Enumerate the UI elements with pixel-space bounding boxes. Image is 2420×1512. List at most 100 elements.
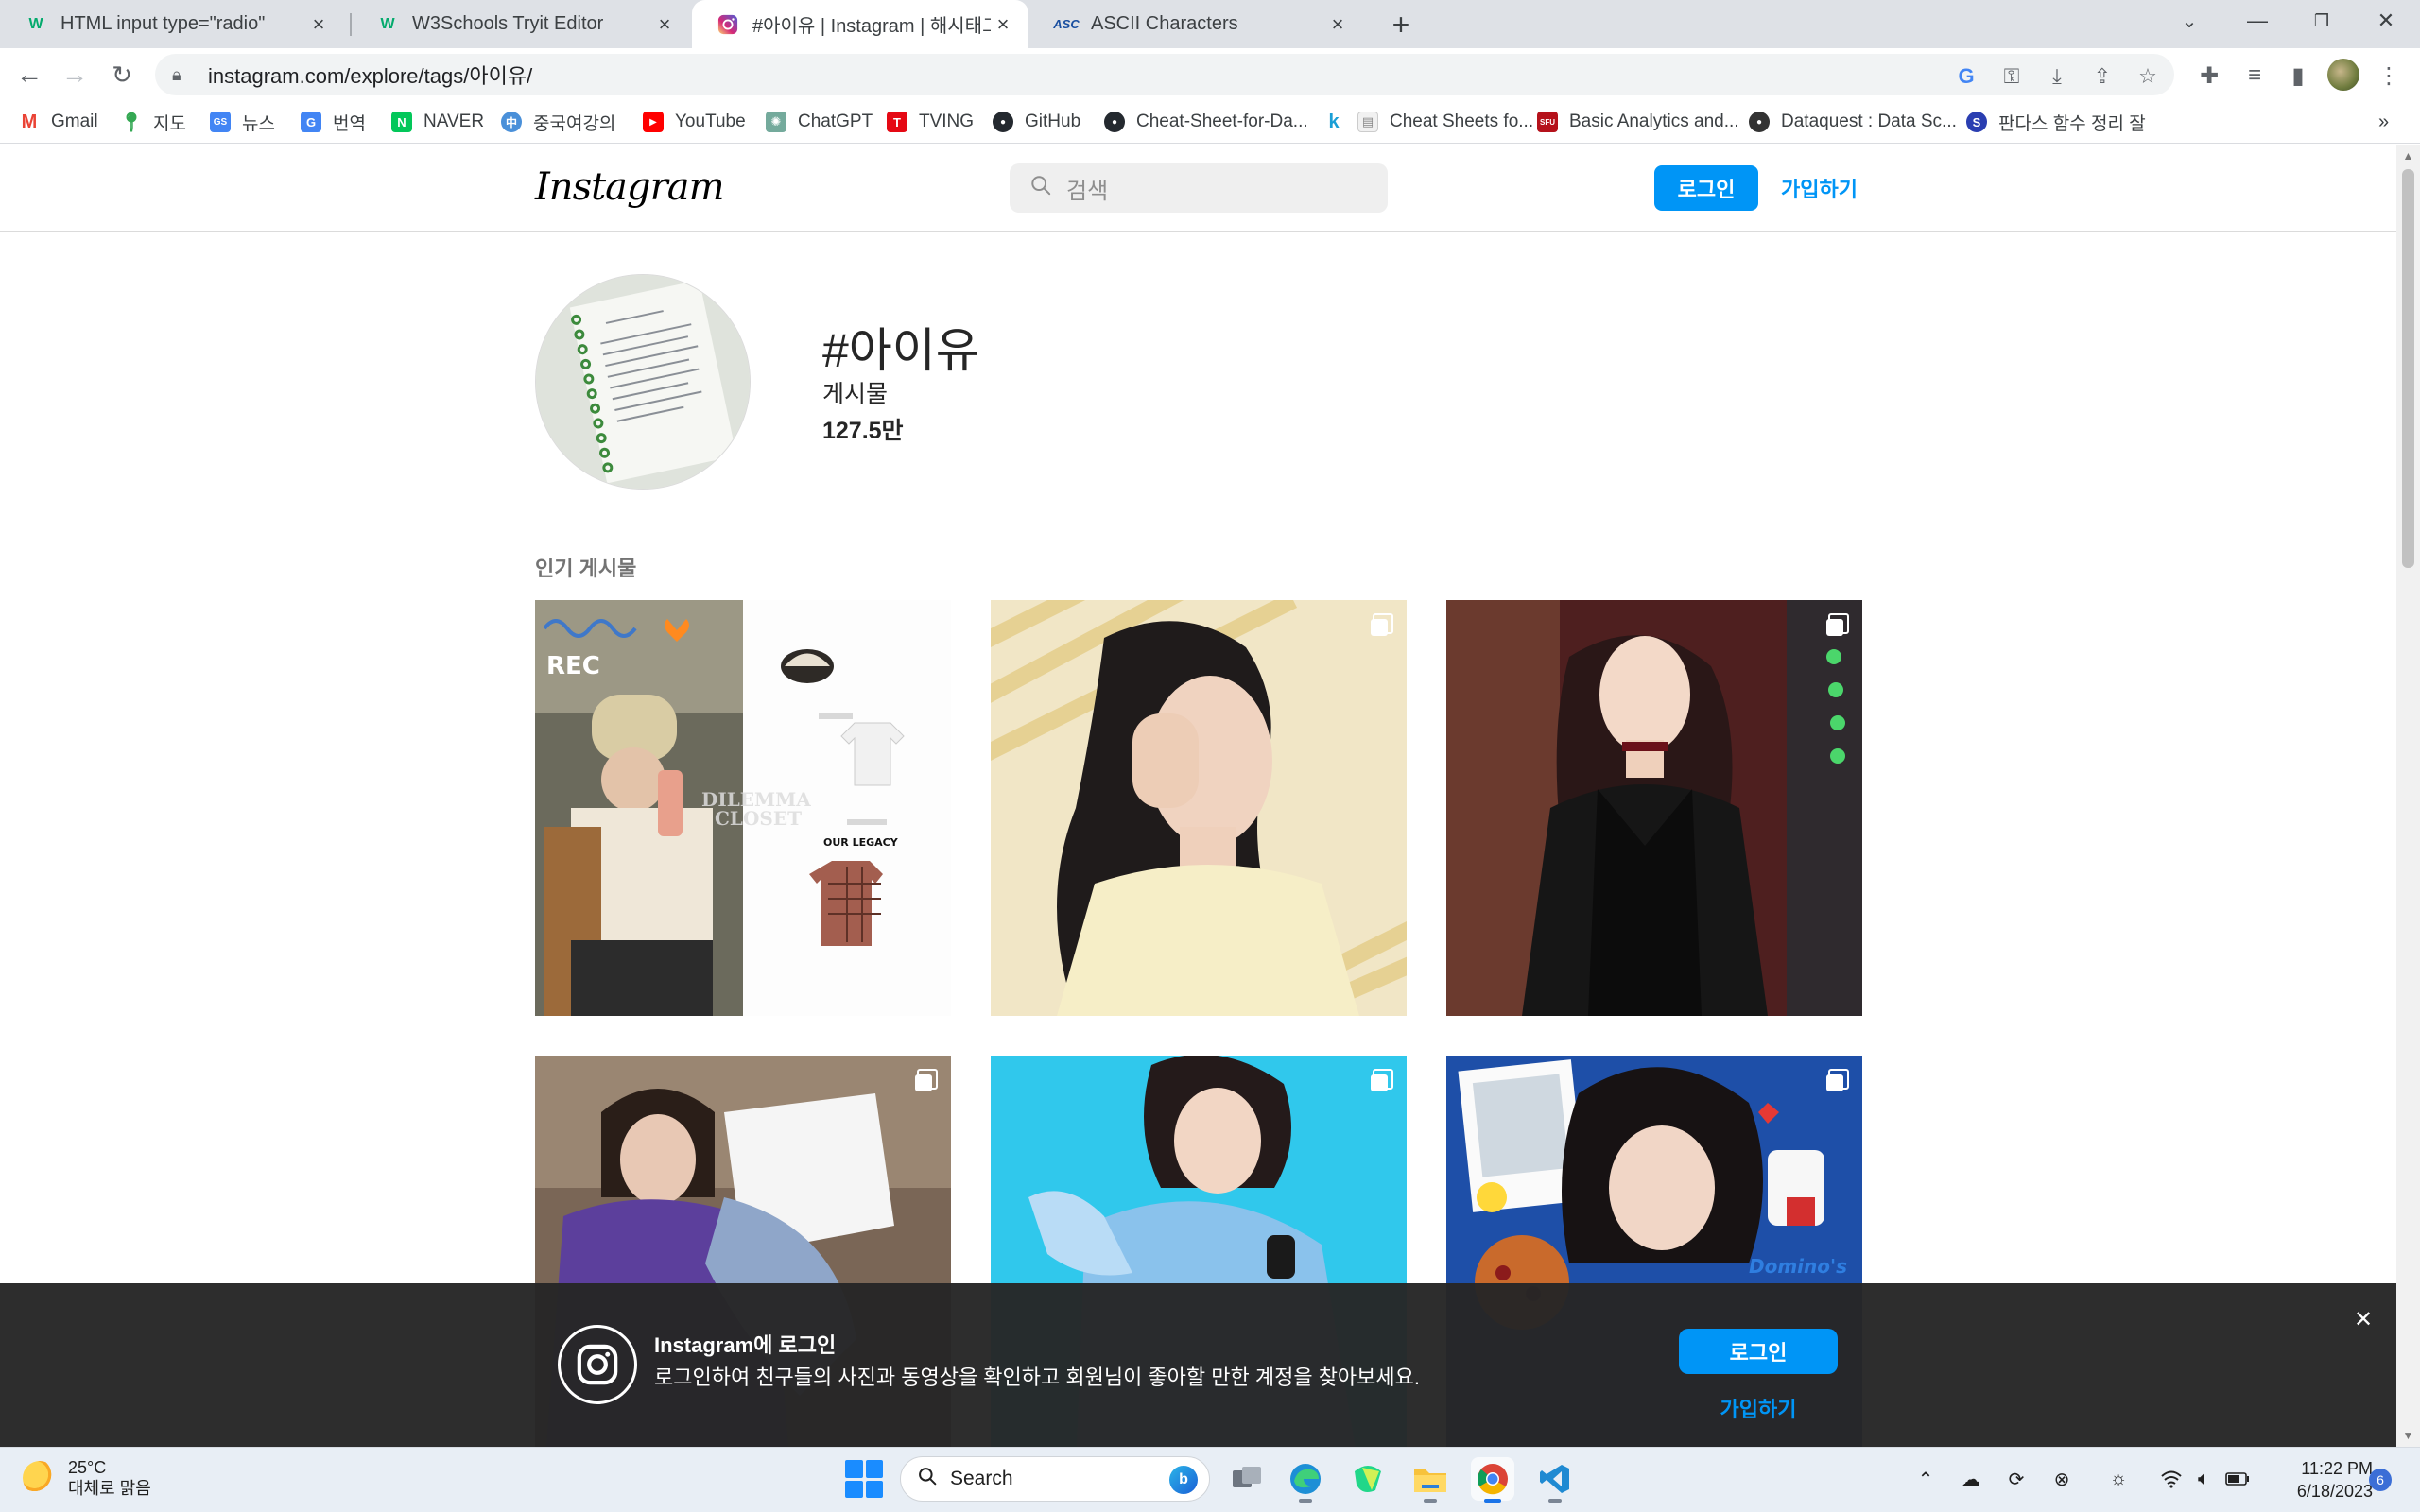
bookmark-github[interactable]: ● GitHub — [993, 108, 1080, 136]
task-view-icon[interactable] — [1225, 1457, 1269, 1501]
bookmark-label: 중국여강의 — [533, 113, 616, 134]
hashtag-title: #아이유 — [822, 324, 979, 377]
post-thumbnail[interactable]: REC OUR LEGACY DILEMMA CLOSET — [535, 600, 951, 1016]
weather-widget[interactable]: 25°C 대체로 맑음 — [23, 1457, 151, 1499]
bookmark-news[interactable]: GS 뉴스 — [210, 108, 275, 136]
volume-icon[interactable]: 🔈︎ — [2189, 1465, 2218, 1493]
bookmark-pandas-summary[interactable]: S 판다스 함수 정리 잘 — [1966, 108, 2146, 136]
vscode-icon[interactable] — [1533, 1457, 1577, 1503]
search-input[interactable]: 검색 — [1010, 163, 1388, 213]
wifi-icon[interactable] — [2157, 1465, 2186, 1493]
extensions-puzzle-icon[interactable]: ✚ — [2195, 61, 2223, 90]
close-icon[interactable]: ✕ — [2350, 1306, 2377, 1332]
google-lens-icon[interactable]: G — [1953, 63, 1979, 90]
install-app-icon[interactable]: ⤓ — [2044, 63, 2070, 90]
login-button[interactable]: 로그인 — [1654, 165, 1758, 211]
battery-icon[interactable] — [2223, 1465, 2252, 1493]
bookmark-chatgpt[interactable]: ✺ ChatGPT — [766, 108, 873, 136]
close-tab-icon[interactable]: × — [991, 12, 1015, 37]
instagram-logo[interactable]: Instagram — [535, 165, 725, 209]
close-tab-icon[interactable]: × — [1325, 12, 1350, 37]
back-arrow-icon[interactable]: ← — [11, 57, 47, 93]
w3schools-icon: W — [28, 15, 43, 32]
new-tab-button[interactable]: + — [1384, 8, 1418, 42]
login-prompt-banner: Instagram에 로그인 로그인하여 친구들의 사진과 동영상을 확인하고 … — [0, 1283, 2396, 1447]
clock-date: 6/18/2023 — [2296, 1482, 2373, 1501]
scrollbar-thumb[interactable] — [2402, 169, 2414, 568]
bookmark-label: Cheat Sheets fo... — [1390, 112, 1534, 131]
browser-toolbar: ← → ↻ 🔒︎ instagram.com/explore/tags/아이유/… — [0, 48, 2420, 100]
bookmark-tving[interactable]: T TVING — [887, 108, 974, 136]
bookmark-label: ChatGPT — [798, 112, 873, 131]
show-hidden-icons-chevron-icon[interactable]: ⌃ — [1911, 1465, 1940, 1493]
tab-w3schools-tryit[interactable]: W W3Schools Tryit Editor × — [352, 0, 690, 48]
start-button-windows-icon[interactable] — [845, 1460, 883, 1498]
clock-time: 11:22 PM — [2301, 1459, 2373, 1478]
post-thumbnail[interactable] — [1446, 600, 1862, 1016]
bookmark-star-icon[interactable]: ☆ — [2135, 63, 2161, 90]
tab-search-chevron-icon[interactable]: ⌄ — [2159, 0, 2220, 42]
forward-arrow-icon[interactable]: → — [57, 57, 93, 93]
bookmark-naver[interactable]: N NAVER — [391, 108, 484, 136]
naver-icon: N — [391, 112, 412, 132]
page-viewport: Instagram 검색 로그인 가입하기 #아이유 게시물 127.5만 인기… — [0, 145, 2420, 1447]
bookmark-dataquest[interactable]: ● Dataquest : Data Sc... — [1749, 108, 1957, 136]
key-icon[interactable]: ⚿ — [1998, 63, 2025, 90]
bookmark-cheat-sheets[interactable]: ▤ Cheat Sheets fo... — [1357, 108, 1533, 136]
search-icon — [1030, 175, 1051, 201]
banner-signup-link[interactable]: 가입하기 — [1679, 1389, 1838, 1427]
bookmark-k[interactable]: k — [1323, 108, 1356, 136]
chrome-icon[interactable] — [1471, 1457, 1514, 1503]
close-tab-icon[interactable]: × — [306, 12, 331, 37]
minimize-icon[interactable]: — — [2227, 0, 2288, 42]
tab-instagram[interactable]: #아이유 | Instagram | 해시태그 × — [692, 0, 1028, 48]
bookmark-basic-analytics[interactable]: SFU Basic Analytics and... — [1537, 108, 1739, 136]
profile-avatar[interactable] — [2327, 59, 2360, 91]
menu-kebab-icon[interactable]: ⋮ — [2375, 61, 2403, 90]
bookmark-translate[interactable]: G 번역 — [301, 108, 366, 136]
address-bar[interactable]: 🔒︎ instagram.com/explore/tags/아이유/ G ⚿ ⤓… — [155, 54, 2174, 95]
close-circle-icon[interactable]: ⊗ — [2048, 1465, 2076, 1493]
scroll-down-arrow-icon[interactable]: ▼ — [2396, 1426, 2420, 1445]
close-tab-icon[interactable]: × — [652, 12, 677, 37]
pycharm-icon[interactable] — [1346, 1457, 1390, 1501]
tab-title: ASCII Characters — [1091, 13, 1238, 34]
bookmark-chinese-course[interactable]: 中 중국여강의 — [501, 108, 615, 136]
tving-icon: T — [887, 112, 908, 132]
multiple-images-icon — [1371, 1069, 1393, 1091]
search-icon — [918, 1467, 937, 1491]
restore-icon[interactable]: ❐ — [2291, 0, 2352, 42]
scroll-up-arrow-icon[interactable]: ▲ — [2396, 146, 2420, 165]
share-icon[interactable]: ⇪ — [2089, 63, 2116, 90]
reload-icon[interactable]: ↻ — [104, 57, 140, 93]
bookmarks-overflow-icon[interactable]: » — [2378, 108, 2389, 136]
system-clock[interactable]: 11:22 PM 6/18/2023 — [2259, 1457, 2373, 1503]
bookmark-youtube[interactable]: ▶ YouTube — [643, 108, 746, 136]
side-panel-icon[interactable]: ▮ — [2284, 61, 2312, 90]
brightness-icon[interactable]: ☼ — [2104, 1465, 2133, 1493]
multiple-images-icon — [915, 1069, 938, 1091]
post-thumbnail[interactable] — [991, 600, 1407, 1016]
page-scrollbar[interactable]: ▲ ▼ — [2396, 145, 2420, 1447]
edge-browser-icon[interactable] — [1284, 1457, 1327, 1503]
banner-login-button[interactable]: 로그인 — [1679, 1329, 1838, 1374]
signup-link[interactable]: 가입하기 — [1781, 165, 1858, 211]
close-window-icon[interactable]: ✕ — [2356, 0, 2416, 42]
tab-ascii-characters[interactable]: ASC ASCII Characters × — [1030, 0, 1363, 48]
taskbar-search-box[interactable]: Search b — [900, 1456, 1210, 1502]
tab-title: W3Schools Tryit Editor — [412, 13, 604, 34]
multiple-images-icon — [1826, 1069, 1849, 1091]
bookmark-maps[interactable]: 📍︎ 지도 — [119, 108, 186, 136]
file-explorer-icon[interactable] — [1409, 1457, 1452, 1503]
bookmarks-bar: M Gmail 📍︎ 지도 GS 뉴스 G 번역 N NAVER 中 중국여강의 ▶ YouT… — [0, 100, 2420, 144]
bookmark-cheat-sheet-github[interactable]: ● Cheat-Sheet-for-Da... — [1104, 108, 1308, 136]
tab-html-input-radio[interactable]: W HTML input type="radio" × — [0, 0, 344, 48]
notification-badge[interactable]: 6 — [2369, 1469, 2392, 1491]
partly-sunny-icon — [23, 1461, 57, 1495]
media-control-icon[interactable]: ≡ — [2240, 61, 2269, 90]
banner-title: Instagram에 로그인 — [654, 1333, 837, 1357]
bookmark-gmail[interactable]: M Gmail — [19, 108, 98, 136]
lock-icon: 🔒︎ — [172, 64, 182, 84]
sync-icon[interactable]: ⟳ — [2002, 1465, 2031, 1493]
onedrive-cloud-icon[interactable]: ☁ — [1957, 1465, 1985, 1493]
